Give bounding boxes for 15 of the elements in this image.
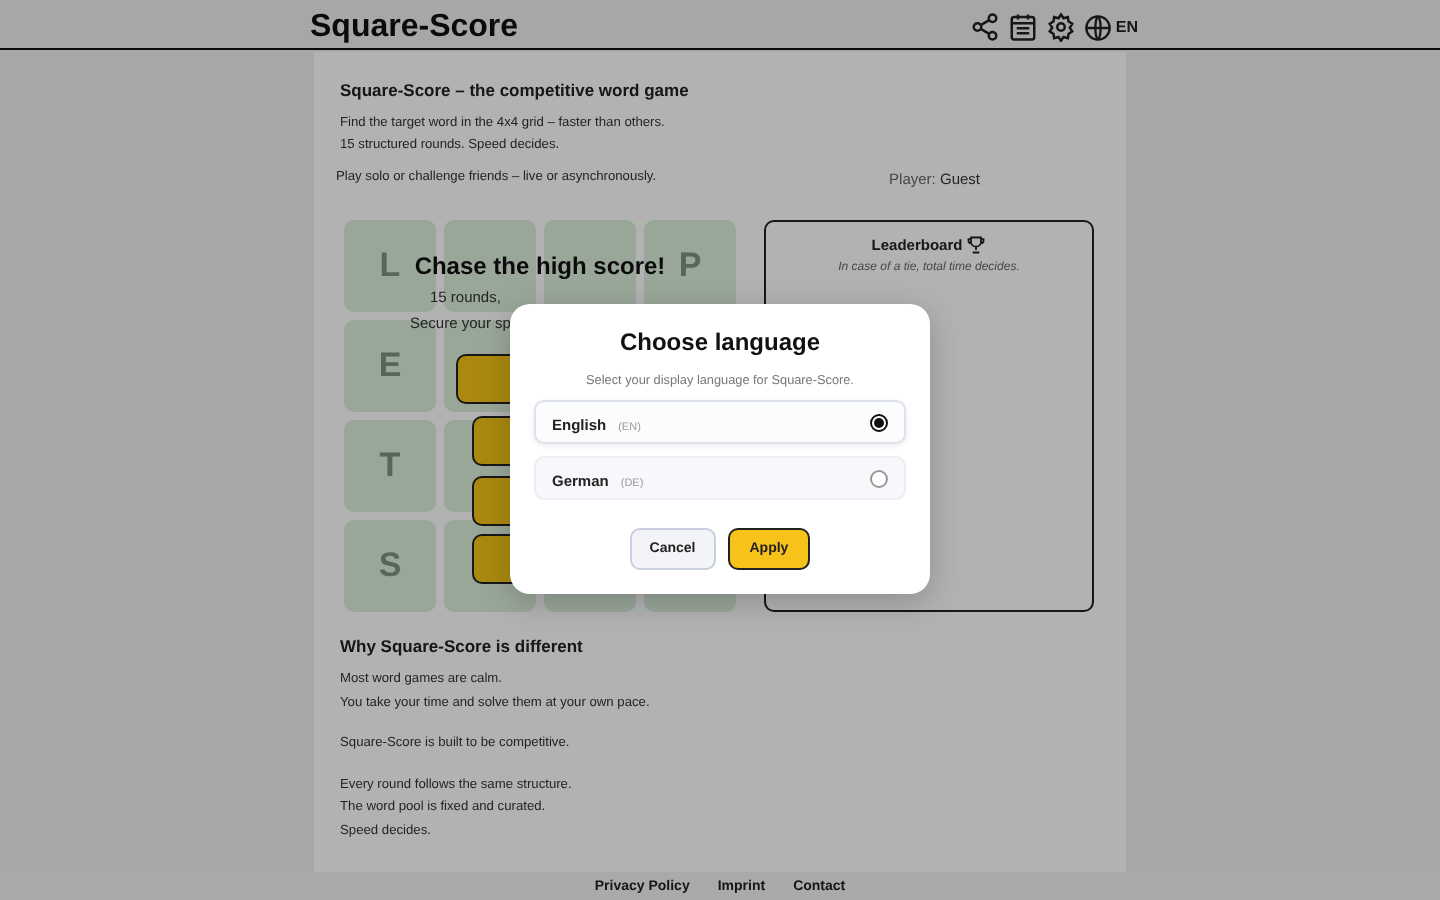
game-headline: Chase the high score! [414,252,666,280]
language-button[interactable]: EN [1083,13,1138,41]
settings-icon[interactable] [1045,12,1076,42]
letter-tile: T [344,420,436,512]
radio-button[interactable] [870,413,888,431]
calendar-icon[interactable] [1007,12,1038,42]
dialog-title: Choose language [617,328,822,356]
globe-icon [1083,13,1112,41]
radio-button[interactable] [870,469,888,487]
site-title: Square-Score [310,8,519,46]
intro-heading: Square-Score – the competitive word game [340,80,691,100]
section-heading: Why Square-Score is different [340,636,585,656]
letter-tile: S [344,520,436,612]
share-icon[interactable] [969,12,1000,42]
trophy-icon [966,234,987,256]
